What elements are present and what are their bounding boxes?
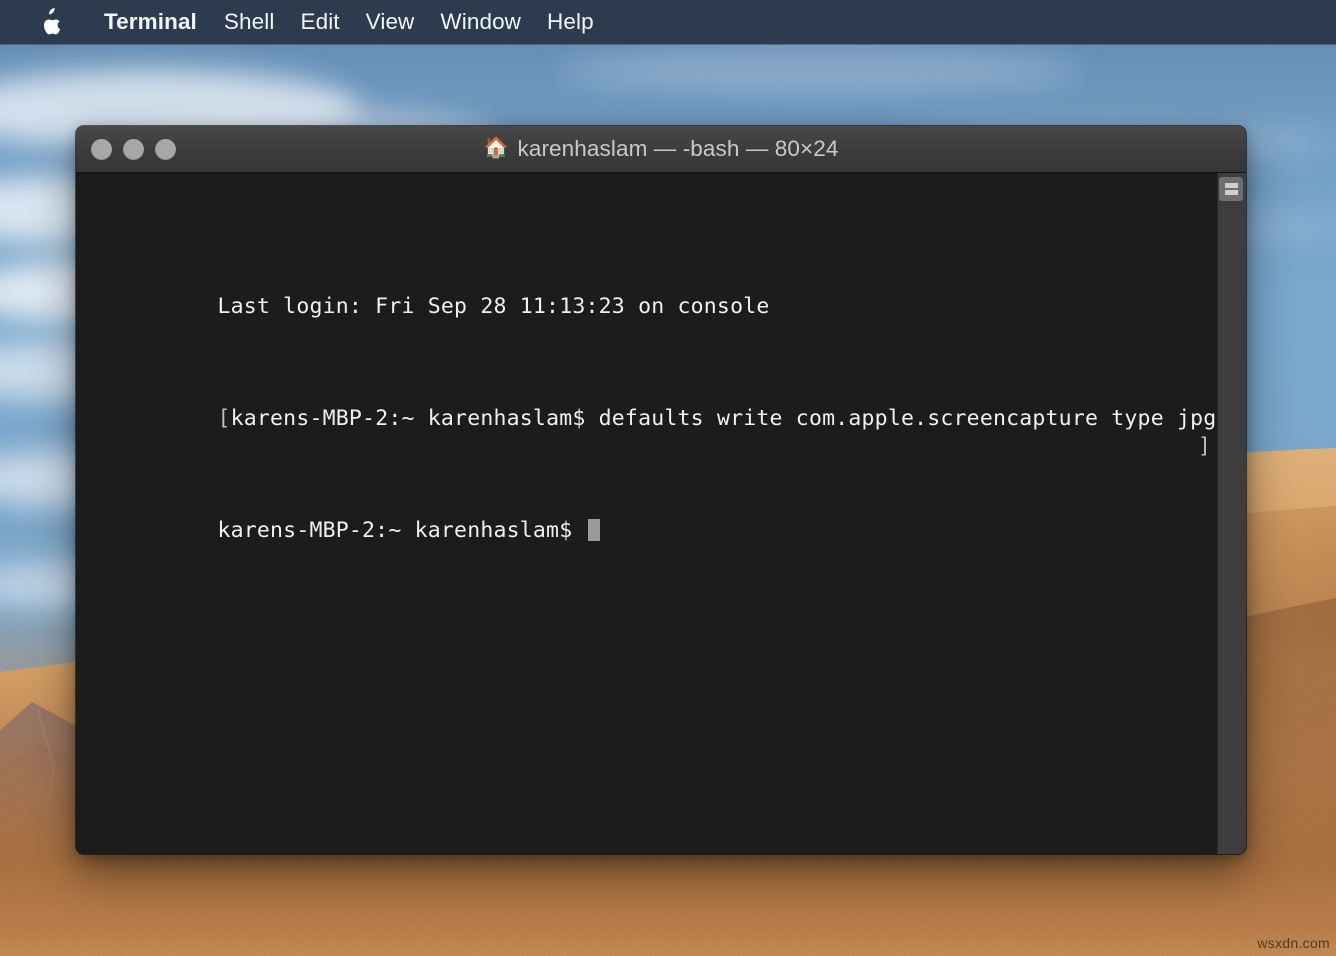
- apple-logo-icon[interactable]: [38, 7, 64, 37]
- menu-item-view[interactable]: View: [353, 0, 428, 44]
- terminal-body[interactable]: Last login: Fri Sep 28 11:13:23 on conso…: [76, 173, 1246, 854]
- zoom-button[interactable]: [155, 138, 176, 160]
- minimize-button[interactable]: [123, 138, 144, 160]
- terminal-line-text: Last login: Fri Sep 28 11:13:23 on conso…: [217, 294, 770, 319]
- traffic-lights: [91, 126, 176, 172]
- terminal-line: karens-MBP-2:~ karenhaslam$: [86, 489, 1217, 543]
- watermark: wsxdn.com: [1257, 935, 1330, 951]
- home-folder-icon: 🏠: [483, 137, 509, 159]
- terminal-line: [karens-MBP-2:~ karenhaslam$ defaults wr…: [86, 377, 1217, 459]
- window-title-bar[interactable]: 🏠 karenhaslam — -bash — 80×24: [76, 126, 1246, 173]
- terminal-line-prefix: [: [217, 406, 231, 431]
- split-pane-icon-top: [1224, 183, 1238, 188]
- terminal-prompt: karens-MBP-2:~ karenhaslam$: [217, 518, 586, 543]
- split-pane-icon-bottom: [1224, 190, 1238, 195]
- menu-bar: Terminal Shell Edit View Window Help: [0, 0, 1336, 44]
- terminal-line-text: karens-MBP-2:~ karenhaslam$ defaults wri…: [230, 406, 1217, 431]
- cloud: [560, 48, 1080, 94]
- text-cursor: [587, 519, 600, 541]
- menu-item-help[interactable]: Help: [534, 0, 607, 44]
- menu-item-window[interactable]: Window: [427, 0, 534, 44]
- menu-item-terminal[interactable]: Terminal: [90, 0, 211, 44]
- split-pane-button[interactable]: [1219, 177, 1243, 201]
- window-title: 🏠 karenhaslam — -bash — 80×24: [483, 136, 838, 162]
- close-button[interactable]: [91, 138, 112, 160]
- menu-item-edit[interactable]: Edit: [287, 0, 352, 44]
- screen: Terminal Shell Edit View Window Help 🏠 k…: [0, 0, 1336, 956]
- window-title-label: karenhaslam — -bash — 80×24: [517, 136, 839, 161]
- terminal-window[interactable]: 🏠 karenhaslam — -bash — 80×24 Last login…: [76, 126, 1246, 854]
- terminal-scrollbar[interactable]: [1217, 173, 1246, 854]
- terminal-line: Last login: Fri Sep 28 11:13:23 on conso…: [86, 265, 1217, 319]
- terminal-output[interactable]: Last login: Fri Sep 28 11:13:23 on conso…: [76, 173, 1217, 854]
- menu-item-shell[interactable]: Shell: [211, 0, 288, 44]
- terminal-line-suffix: ]: [1197, 434, 1211, 459]
